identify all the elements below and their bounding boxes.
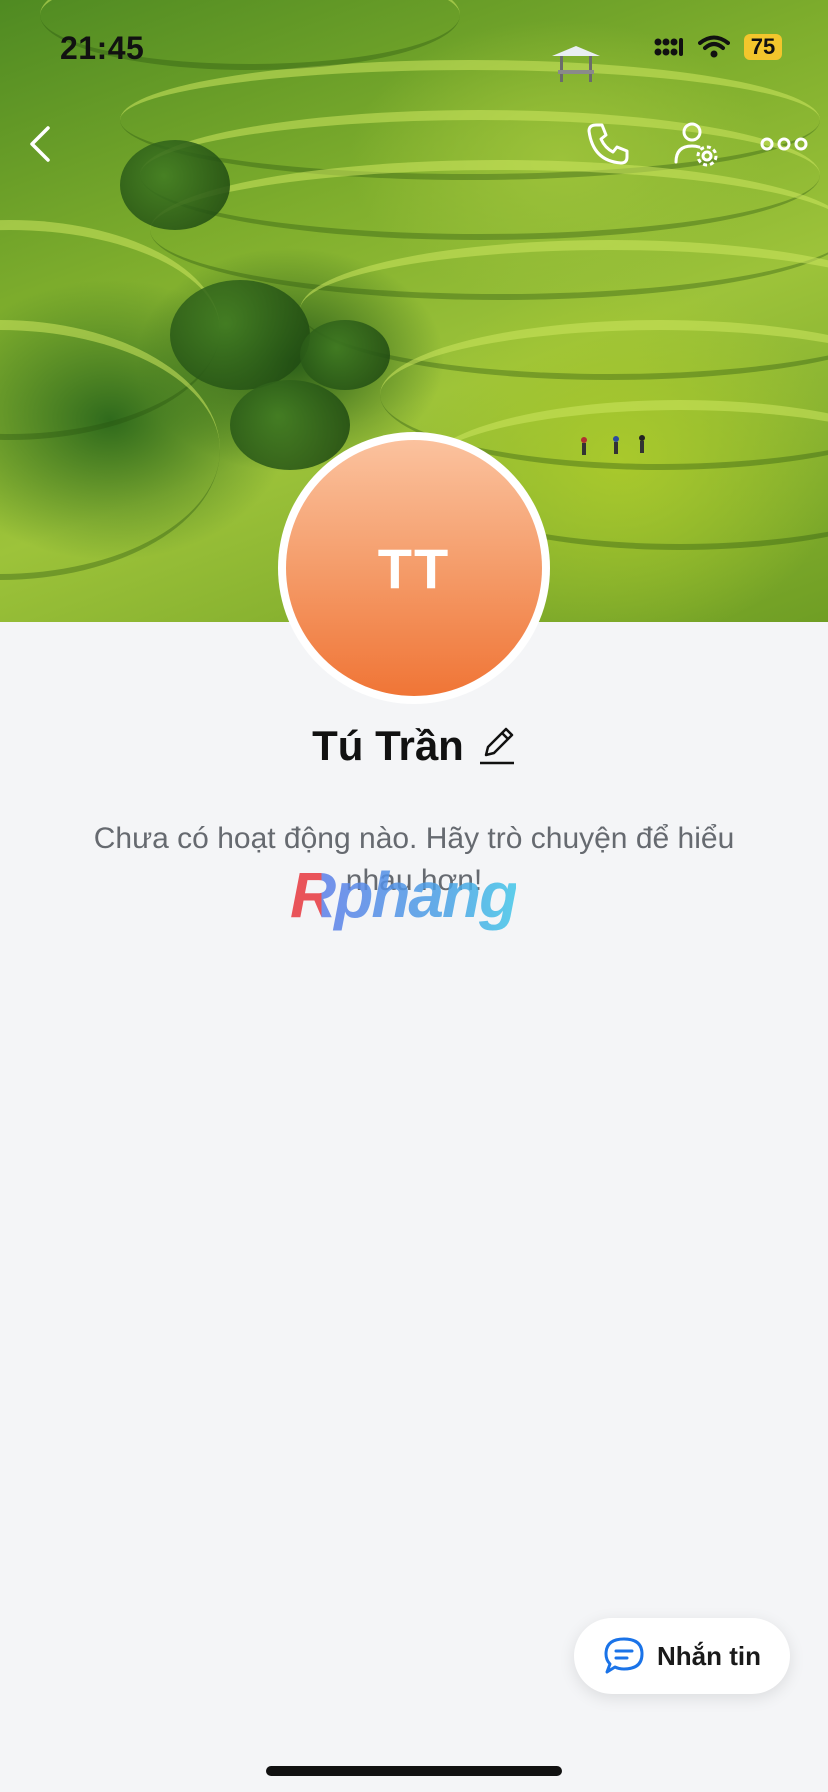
profile-screen: 21:45 75 TT Tú Trần Chưa có hoạt động nà… — [0, 0, 828, 1792]
battery-icon: 75 — [744, 34, 782, 60]
more-button[interactable] — [756, 116, 812, 172]
more-icon — [760, 137, 808, 151]
status-indicators: 75 — [654, 34, 782, 60]
message-button[interactable]: Nhắn tin — [574, 1618, 790, 1694]
tree-cluster — [120, 140, 230, 230]
call-button[interactable] — [580, 116, 636, 172]
profile-name: Tú Trần — [312, 722, 464, 769]
tree-cluster — [230, 380, 350, 470]
back-button[interactable] — [12, 116, 68, 172]
pencil-icon — [479, 727, 514, 765]
hut-icon — [552, 46, 600, 82]
status-time: 21:45 — [60, 30, 145, 66]
profile-settings-button[interactable] — [668, 116, 724, 172]
tree-cluster — [170, 280, 310, 390]
message-button-label: Nhắn tin — [657, 1640, 761, 1671]
wifi-icon — [698, 35, 730, 58]
chat-bubble-icon — [604, 1637, 644, 1674]
hikers-icon — [581, 435, 645, 455]
phone-icon — [587, 123, 629, 165]
avatar-initials: TT — [286, 440, 542, 696]
profile-name-row: Tú Trần — [0, 722, 828, 770]
user-settings-icon — [674, 122, 718, 167]
home-indicator[interactable] — [266, 1766, 562, 1776]
back-chevron-icon — [30, 126, 50, 162]
avatar[interactable]: TT — [278, 432, 550, 704]
tree-cluster — [300, 320, 390, 390]
edit-name-button[interactable] — [478, 725, 516, 767]
watermark-logo: Rphang — [290, 859, 518, 931]
signal-icon — [654, 38, 683, 56]
